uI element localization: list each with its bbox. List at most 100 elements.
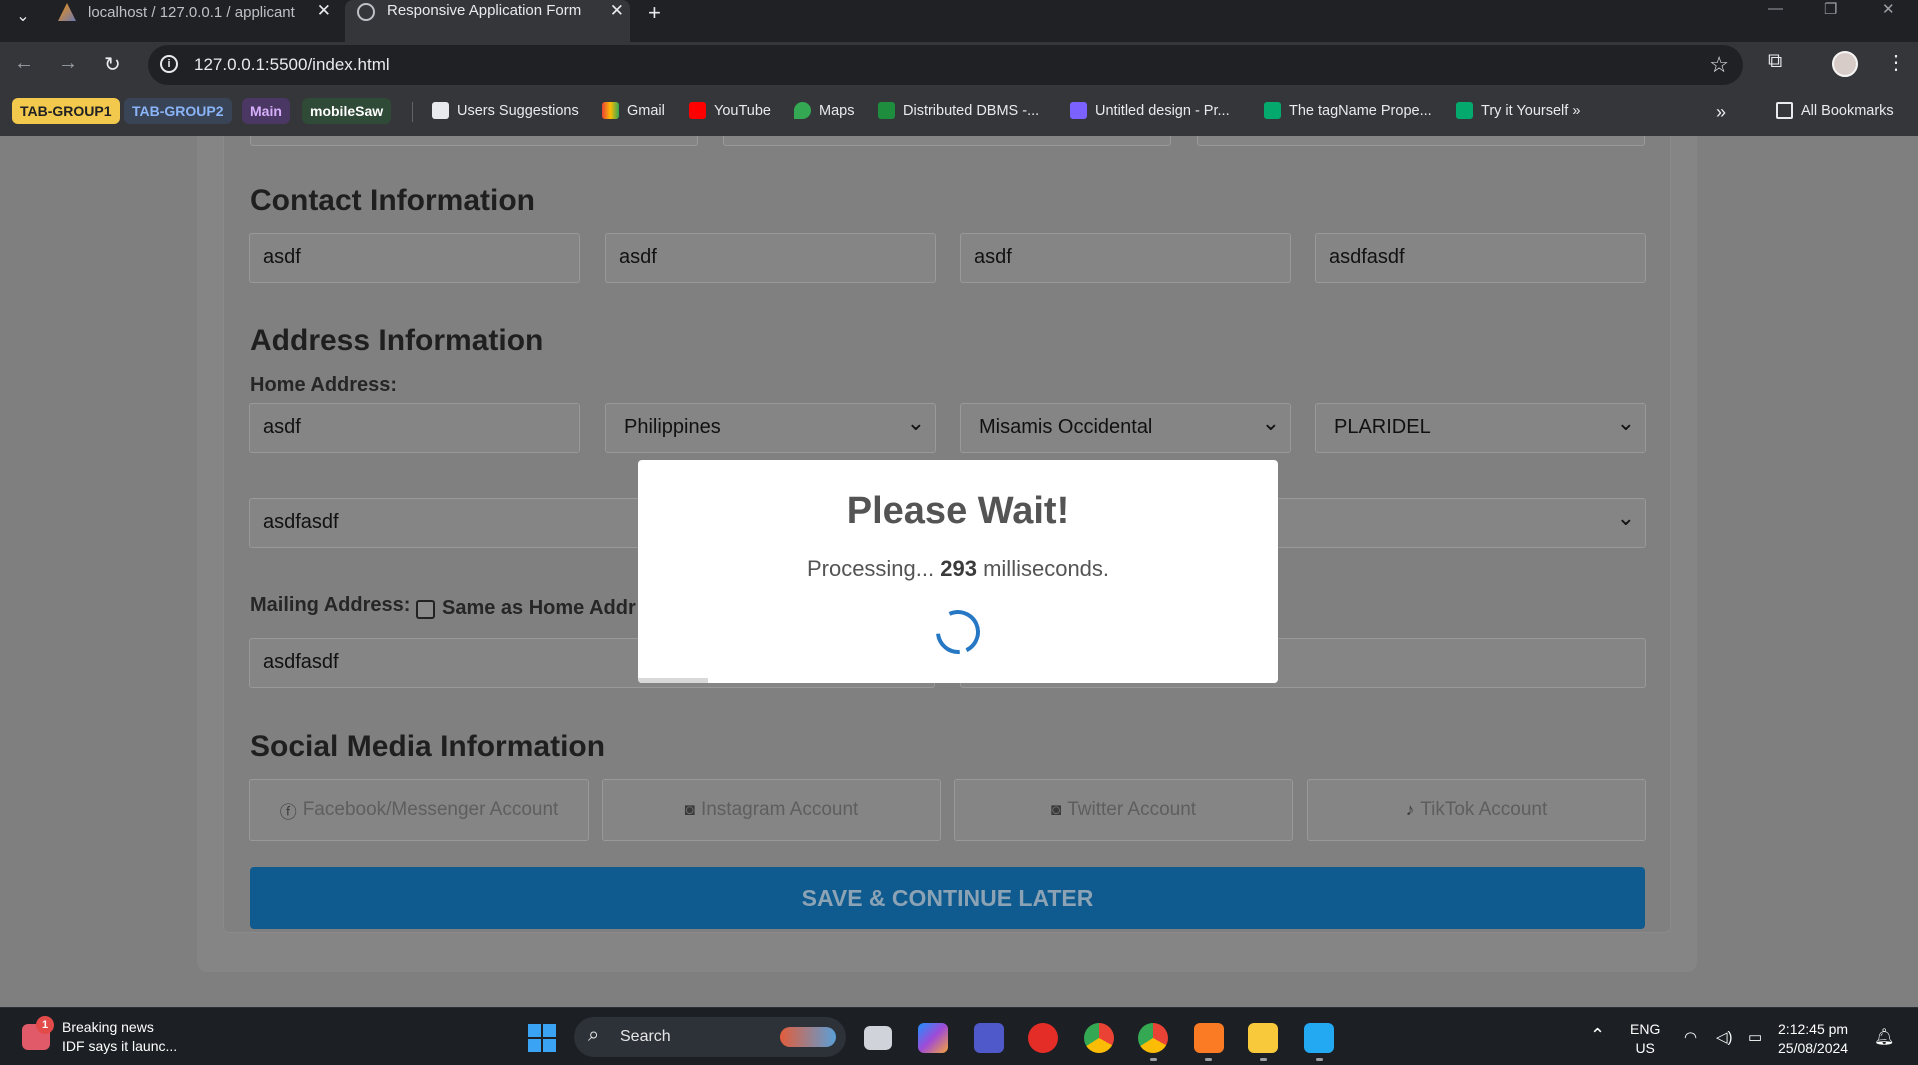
new-tab-icon[interactable]: + — [648, 0, 661, 26]
facebook-account-button[interactable]: ⓕ Facebook/Messenger Account — [249, 779, 589, 841]
profile-avatar[interactable] — [1832, 51, 1858, 77]
forward-icon[interactable]: → — [58, 52, 78, 75]
news-widget[interactable]: Breaking news IDF says it launc... — [62, 1018, 177, 1056]
contact-section-title: Contact Information — [250, 184, 535, 217]
bookmark-label: Distributed DBMS -... — [903, 102, 1040, 119]
folder-icon — [1776, 102, 1793, 119]
address-section-title: Address Information — [250, 324, 544, 357]
city-select[interactable]: PLARIDEL — [1315, 403, 1646, 453]
tab-group-mobilesaw[interactable]: mobileSaw — [302, 98, 392, 124]
bookmark-gmail[interactable]: Gmail — [602, 102, 665, 119]
contact-field[interactable]: asdf — [960, 233, 1291, 283]
notifications-bell-icon[interactable]: 🔔︎ — [1874, 1028, 1894, 1047]
tab-phpmyadmin[interactable]: localhost / 127.0.0.1 / applicant ✕ — [52, 0, 337, 24]
battery-icon[interactable]: ▭ — [1748, 1028, 1762, 1047]
partial-field[interactable] — [250, 136, 698, 146]
running-indicator — [1316, 1058, 1323, 1061]
language-indicator[interactable]: ENG US — [1630, 1020, 1660, 1058]
xampp-icon[interactable] — [1194, 1023, 1224, 1053]
bookmark-label: Try it Yourself » — [1481, 102, 1581, 119]
extensions-icon[interactable]: ⧉ — [1768, 50, 1782, 73]
more-bookmarks-icon[interactable]: » — [1716, 102, 1726, 123]
bookmark-untitled-design[interactable]: Untitled design - Pr... — [1070, 102, 1230, 119]
tab-title: Responsive Application Form — [387, 2, 582, 19]
close-tab-icon[interactable]: ✕ — [610, 1, 624, 21]
partial-field[interactable] — [723, 136, 1171, 146]
bookmarks-bar: TAB-GROUP1 TAB-GROUP2 Main mobileSaw Use… — [0, 88, 1918, 136]
bookmark-tagname[interactable]: The tagName Prope... — [1264, 102, 1432, 119]
minimize-icon[interactable]: — — [1768, 0, 1783, 17]
elapsed-ms-value: 293 — [940, 556, 977, 581]
menu-kebab-icon[interactable]: ⋮ — [1886, 50, 1906, 75]
instagram-account-button[interactable]: ◙ Instagram Account — [602, 779, 941, 841]
tab-search-chevron-icon[interactable]: ⌄ — [10, 4, 36, 30]
url-text[interactable]: 127.0.0.1:5500/index.html — [194, 55, 390, 75]
wifi-icon[interactable]: ◠ — [1684, 1028, 1697, 1047]
bookmark-youtube[interactable]: YouTube — [689, 102, 771, 119]
volume-icon[interactable]: ◁) — [1716, 1028, 1733, 1047]
all-bookmarks[interactable]: All Bookmarks — [1776, 102, 1894, 119]
modal-message: Processing... 293 milliseconds. — [638, 556, 1278, 582]
reload-icon[interactable]: ↻ — [104, 52, 121, 77]
bookmark-label: Gmail — [627, 102, 665, 119]
social-label: Facebook/Messenger Account — [302, 799, 559, 820]
tiktok-icon: ♪ — [1405, 800, 1415, 819]
partial-field[interactable] — [1197, 136, 1645, 146]
tab-strip: ⌄ localhost / 127.0.0.1 / applicant ✕ Re… — [0, 0, 1918, 42]
close-tab-icon[interactable]: ✕ — [317, 1, 331, 21]
news-title: Breaking news — [62, 1019, 154, 1035]
back-icon[interactable]: ← — [14, 52, 34, 75]
teams-icon[interactable] — [974, 1023, 1004, 1053]
tab-group-2[interactable]: TAB-GROUP2 — [124, 98, 232, 124]
file-explorer-icon[interactable] — [1248, 1023, 1278, 1053]
social-section-title: Social Media Information — [250, 730, 606, 763]
milliseconds-label: milliseconds. — [983, 556, 1110, 581]
country-select[interactable]: Philippines — [605, 403, 936, 453]
tab-group-1[interactable]: TAB-GROUP1 — [12, 98, 120, 124]
tab-group-main[interactable]: Main — [242, 98, 290, 124]
show-hidden-icons-chevron-icon[interactable]: ⌃ — [1590, 1026, 1605, 1045]
bookmark-star-icon[interactable]: ☆ — [1709, 52, 1729, 78]
same-as-home-checkbox[interactable] — [416, 600, 435, 619]
bookmark-label: YouTube — [714, 102, 771, 119]
tiktok-account-button[interactable]: ♪ TikTok Account — [1307, 779, 1646, 841]
contact-field[interactable]: asdf — [249, 233, 580, 283]
save-continue-later-button[interactable]: SAVE & CONTINUE LATER — [250, 867, 1645, 929]
bookmark-users-suggestions[interactable]: Users Suggestions — [432, 102, 579, 119]
contact-field[interactable]: asdfasdf — [1315, 233, 1646, 283]
bookmark-distributed-dbms[interactable]: Distributed DBMS -... — [878, 102, 1039, 119]
facebook-icon: ⓕ — [279, 802, 297, 822]
country-value: Philippines — [624, 416, 721, 438]
timer-progress-track — [638, 678, 1278, 683]
chrome-profile-icon[interactable] — [1138, 1023, 1168, 1053]
site-info-icon[interactable]: i — [160, 55, 178, 73]
home-street-input[interactable]: asdf — [249, 403, 580, 453]
social-label: Instagram Account — [700, 799, 859, 820]
search-placeholder: Search — [620, 1028, 671, 1045]
tab-application-form[interactable]: Responsive Application Form ✕ — [345, 0, 630, 42]
window-close-icon[interactable]: ✕ — [1882, 0, 1895, 18]
youtube-music-icon[interactable] — [1028, 1023, 1058, 1053]
dbms-icon — [878, 102, 895, 119]
task-view-icon[interactable] — [864, 1026, 892, 1050]
maps-icon — [794, 102, 811, 119]
clock-date: 25/08/2024 — [1778, 1040, 1849, 1056]
twitter-account-button[interactable]: ◙ Twitter Account — [954, 779, 1293, 841]
province-select[interactable]: Misamis Occidental — [960, 403, 1291, 453]
bookmark-maps[interactable]: Maps — [794, 102, 854, 119]
start-windows-icon[interactable] — [528, 1024, 556, 1052]
bookmark-label: The tagName Prope... — [1289, 102, 1432, 119]
contact-field[interactable]: asdf — [605, 233, 936, 283]
address-bar[interactable]: i 127.0.0.1:5500/index.html ☆ — [148, 45, 1743, 85]
vscode-icon[interactable] — [1304, 1023, 1334, 1053]
windows-taskbar: 1 Breaking news IDF says it launc... ⌕ S… — [0, 1007, 1918, 1065]
running-indicator — [1205, 1058, 1212, 1061]
restore-icon[interactable]: ❐ — [1824, 0, 1837, 18]
taskbar-search[interactable]: ⌕ Search — [574, 1017, 846, 1057]
bookmark-try-it-yourself[interactable]: Try it Yourself » — [1456, 102, 1580, 119]
page-viewport: Contact Information asdf asdf asdf asdfa… — [0, 136, 1918, 1007]
copilot-icon[interactable] — [918, 1023, 948, 1053]
province-value: Misamis Occidental — [979, 416, 1153, 438]
chrome-icon[interactable] — [1084, 1023, 1114, 1053]
clock[interactable]: 2:12:45 pm 25/08/2024 — [1778, 1020, 1848, 1058]
